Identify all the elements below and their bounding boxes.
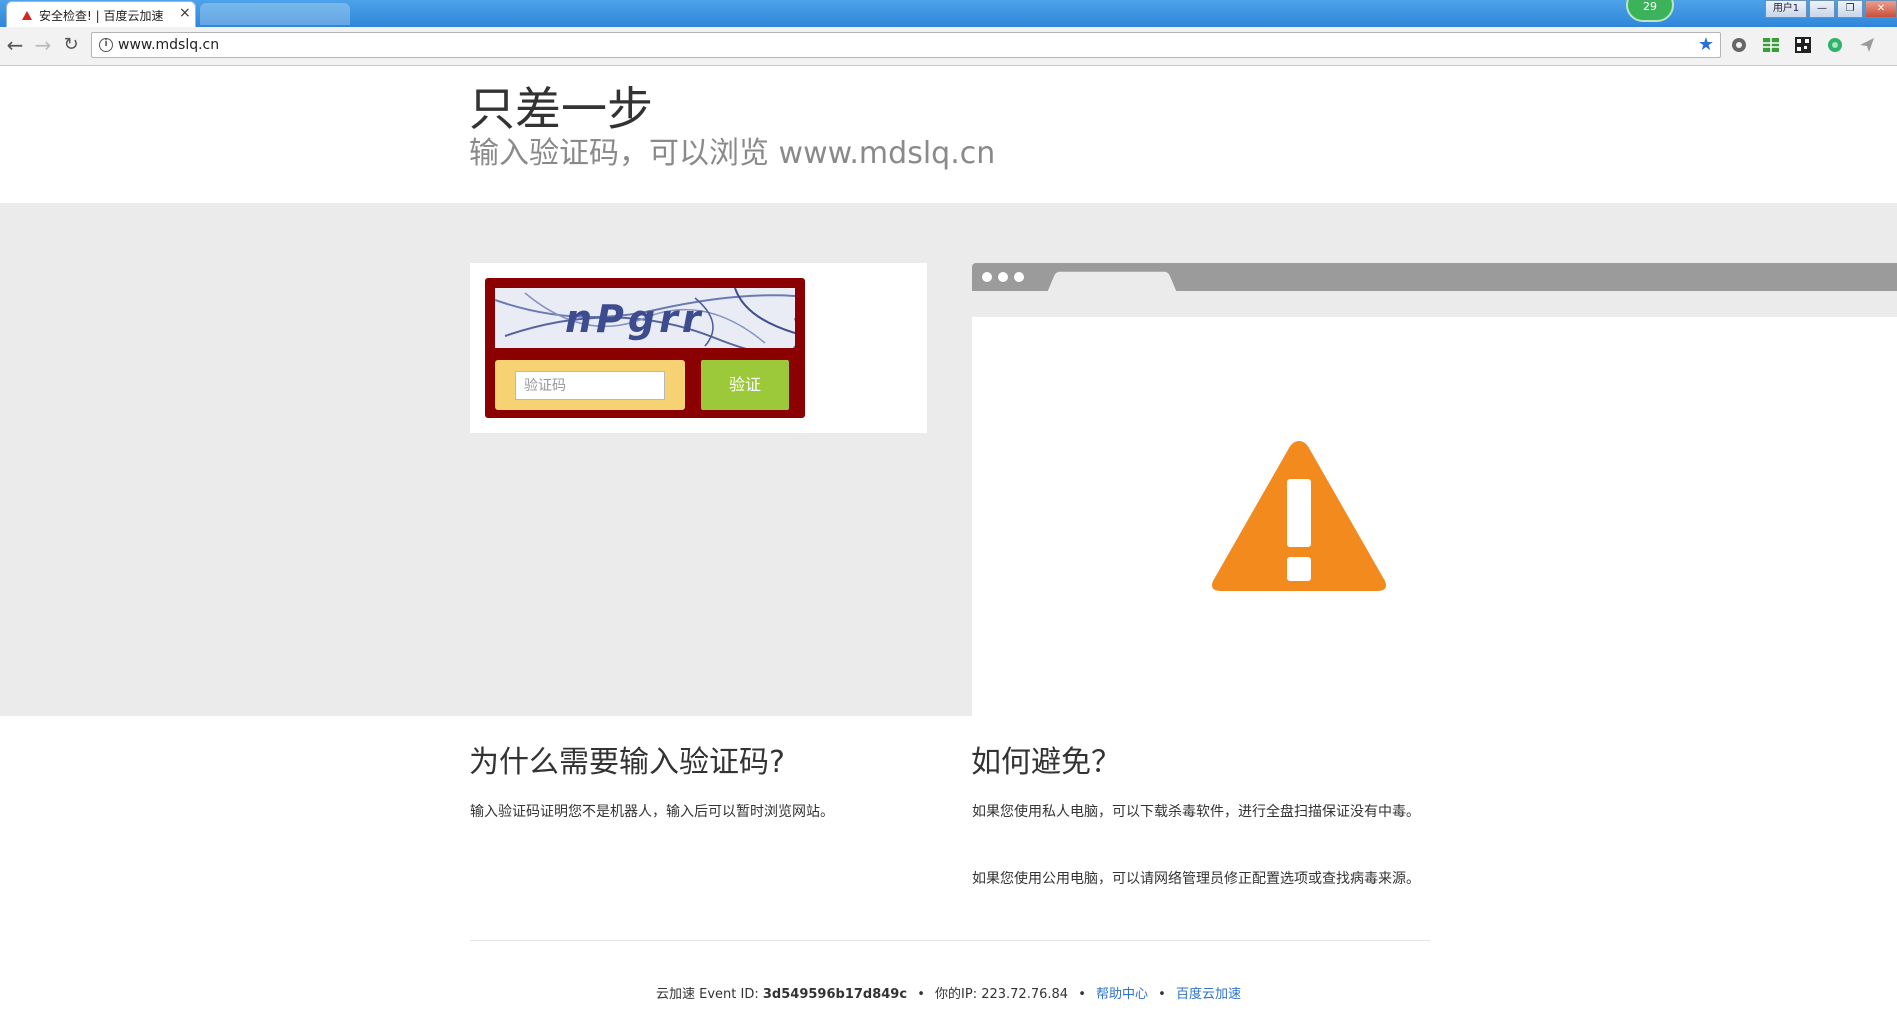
browser-illustration xyxy=(972,263,1897,716)
captcha-frame: nPgrr 验证 xyxy=(485,278,805,418)
footer: 云加速 Event ID: 3d549596b17d849c • 你的IP: 2… xyxy=(0,983,1897,1002)
extension-globe-icon[interactable] xyxy=(1826,36,1844,54)
help-center-link[interactable]: 帮助中心 xyxy=(1096,987,1148,1002)
captcha-card: nPgrr 验证 xyxy=(470,263,927,433)
notification-badge[interactable]: 29 xyxy=(1626,0,1674,22)
maximize-button[interactable]: ❐ xyxy=(1837,0,1863,18)
illustration-body xyxy=(972,317,1897,716)
footer-event-id: 3d549596b17d849c xyxy=(762,987,908,1002)
tab-close-icon[interactable]: × xyxy=(179,5,191,21)
illustration-dot xyxy=(998,272,1008,282)
illustration-tab xyxy=(1047,271,1177,292)
extension-circle-icon[interactable] xyxy=(1730,36,1748,54)
footer-bullet: • xyxy=(1078,987,1086,1002)
browser-tab-new[interactable] xyxy=(200,3,350,25)
window-controls: 用户1 — ❐ ✕ xyxy=(1763,0,1897,18)
reload-icon[interactable]: ↻ xyxy=(60,34,82,56)
user-profile-button[interactable]: 用户1 xyxy=(1765,0,1807,18)
browser-titlebar: 安全检查! | 百度云加速 × 29 用户1 — ❐ ✕ xyxy=(0,0,1897,28)
illustration-dot xyxy=(1014,272,1024,282)
tab-title: 安全检查! | 百度云加速 xyxy=(39,9,164,23)
footer-service: 云加速 xyxy=(655,987,695,1002)
page-subtitle: 输入验证码，可以浏览 www.mdslq.cn xyxy=(469,136,996,171)
captcha-image[interactable]: nPgrr xyxy=(495,288,795,348)
avoid-text-private: 如果您使用私人电脑，可以下载杀毒软件，进行全盘扫描保证没有中毒。 xyxy=(972,804,1420,820)
page-title: 只差一步 xyxy=(469,82,653,136)
baidu-cloud-link[interactable]: 百度云加速 xyxy=(1176,987,1241,1002)
page-header: 只差一步 输入验证码，可以浏览 www.mdslq.cn xyxy=(0,66,1897,203)
minimize-button[interactable]: — xyxy=(1809,0,1835,18)
baidu-cloud-favicon-icon xyxy=(22,11,32,20)
forward-arrow-icon[interactable]: → xyxy=(32,34,54,56)
extension-grid-icon[interactable] xyxy=(1762,36,1780,54)
footer-bullet: • xyxy=(1158,987,1166,1002)
illustration-dot xyxy=(982,272,992,282)
verify-button[interactable]: 验证 xyxy=(701,360,789,410)
captcha-input[interactable] xyxy=(515,371,665,400)
close-window-button[interactable]: ✕ xyxy=(1865,0,1897,18)
back-arrow-icon[interactable]: ← xyxy=(4,34,26,56)
illustration-topbar xyxy=(972,263,1897,292)
warning-triangle-icon xyxy=(1212,441,1386,591)
browser-toolbar: ← → ↻ i www.mdslq.cn ★ xyxy=(0,27,1897,66)
illustration-toolbar xyxy=(972,291,1897,317)
url-text[interactable]: www.mdslq.cn xyxy=(118,37,219,53)
site-info-icon[interactable]: i xyxy=(99,38,113,52)
avoid-heading: 如何避免？ xyxy=(971,745,1121,780)
send-icon[interactable] xyxy=(1858,36,1876,54)
captcha-text: nPgrr xyxy=(565,297,705,341)
browser-tab-active[interactable]: 安全检查! | 百度云加速 × xyxy=(6,1,196,28)
captcha-input-wrapper xyxy=(495,360,685,410)
bookmark-star-icon[interactable]: ★ xyxy=(1698,34,1714,55)
footer-bullet: • xyxy=(917,987,925,1002)
footer-ip-label: 你的IP: xyxy=(935,987,978,1002)
why-text: 输入验证码证明您不是机器人，输入后可以暂时浏览网站。 xyxy=(470,804,834,820)
address-bar[interactable]: i www.mdslq.cn ★ xyxy=(91,32,1721,58)
qr-code-icon[interactable] xyxy=(1794,36,1812,54)
avoid-text-public: 如果您使用公用电脑，可以请网络管理员修正配置选项或查找病毒来源。 xyxy=(972,871,1420,887)
footer-ip: 223.72.76.84 xyxy=(981,987,1069,1002)
footer-divider xyxy=(470,940,1430,941)
footer-event-label: Event ID: xyxy=(699,987,759,1002)
why-heading: 为什么需要输入验证码? xyxy=(469,745,785,780)
